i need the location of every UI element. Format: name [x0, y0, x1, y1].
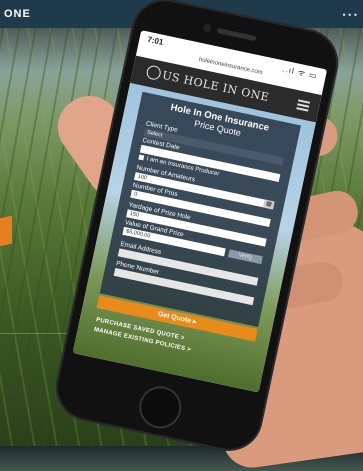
- backdrop-orange-tab: [0, 215, 12, 249]
- backdrop-site-text: ONE: [4, 8, 31, 20]
- status-time: 7:01: [146, 34, 165, 47]
- quote-form: Hole In One Insurance Price Quote Client…: [99, 91, 301, 327]
- verify-button[interactable]: Verify: [227, 249, 263, 265]
- calendar-icon[interactable]: ▦: [263, 199, 275, 210]
- hamburger-menu-icon[interactable]: [296, 99, 311, 112]
- speaker-grille: [216, 27, 257, 42]
- home-button[interactable]: [135, 382, 186, 433]
- checkbox-icon[interactable]: [138, 154, 145, 161]
- golf-logo-icon: [145, 64, 163, 81]
- backdrop-dots: • • •: [342, 10, 357, 20]
- camera-icon: [202, 23, 212, 33]
